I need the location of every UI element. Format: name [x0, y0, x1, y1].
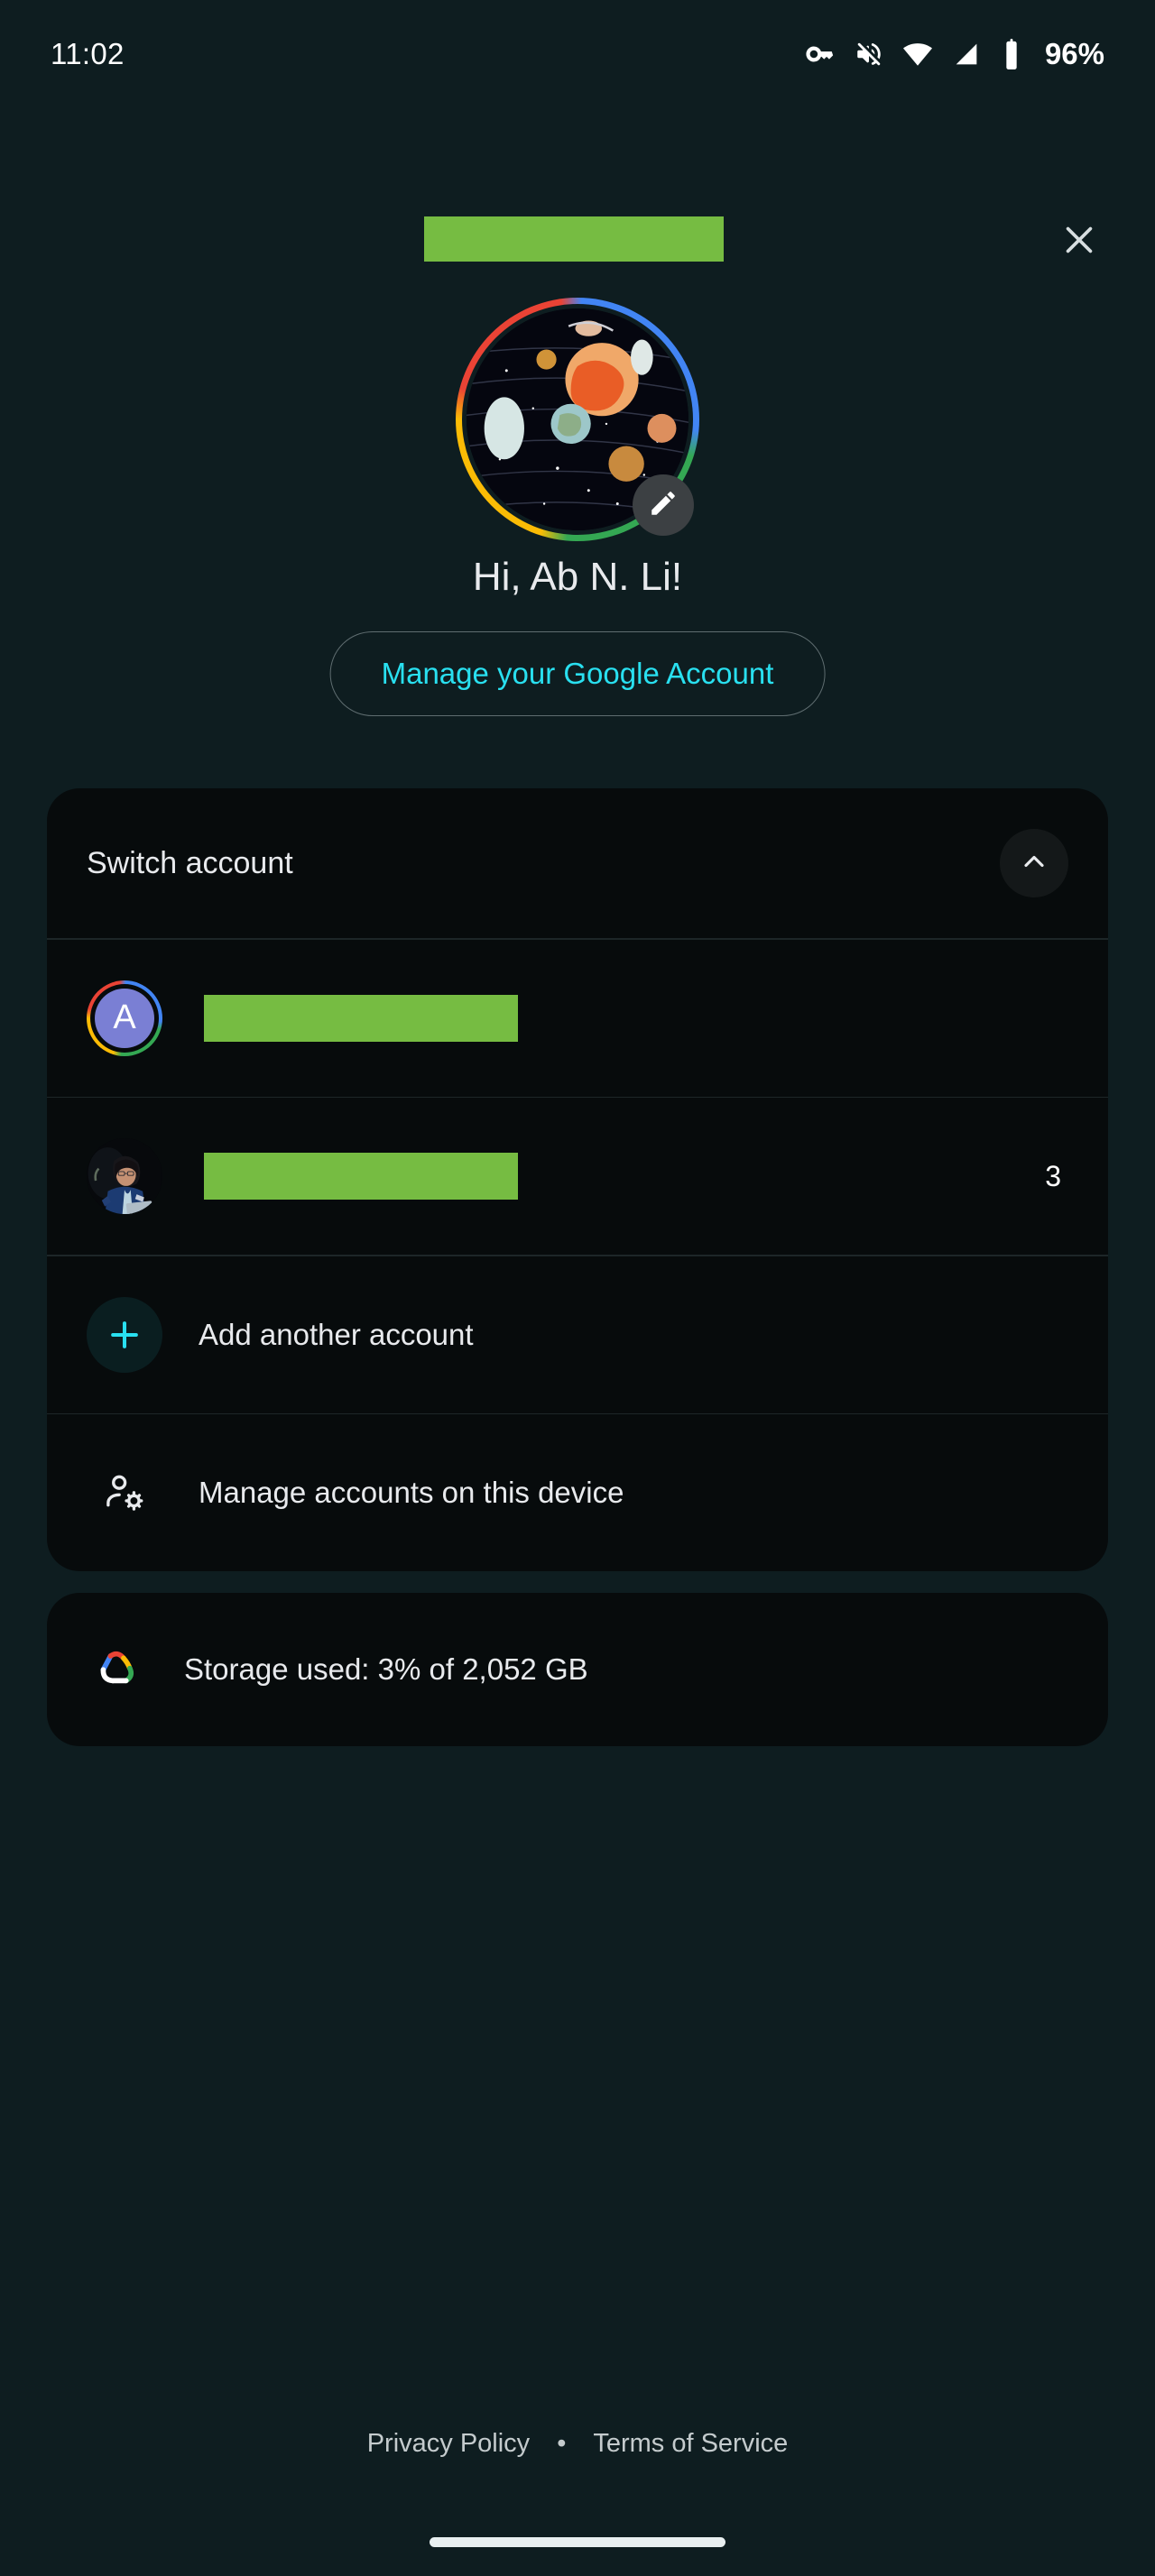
account-name-redacted [204, 1153, 518, 1200]
pencil-edit-icon [648, 488, 679, 523]
storage-used-label: Storage used: 3% of 2,052 GB [184, 1652, 588, 1686]
add-another-account-row[interactable]: Add another account [47, 1256, 1108, 1413]
status-bar-clock: 11:02 [51, 37, 125, 70]
battery-icon [1000, 39, 1023, 69]
footer-separator: • [557, 2429, 567, 2458]
switch-account-label: Switch account [87, 845, 293, 880]
avatar-photo [87, 1138, 162, 1214]
account-name-redacted [204, 994, 518, 1042]
chevron-up-icon [1018, 845, 1050, 882]
status-bar: 11:02 96% [0, 0, 1155, 108]
manage-accounts-row[interactable]: Manage accounts on this device [47, 1414, 1108, 1571]
navigation-bar [0, 2507, 1155, 2576]
volume-muted-icon [854, 39, 884, 69]
vpn-key-icon [805, 39, 836, 69]
storage-card[interactable]: Storage used: 3% of 2,052 GB [47, 1593, 1108, 1746]
phone-screen: 11:02 96% Hi, Ab N. Li! Manage your Goog… [0, 0, 1155, 2576]
collapse-accounts-button[interactable] [1000, 829, 1068, 897]
wifi-icon [902, 39, 933, 69]
google-one-cloud-icon [87, 1637, 152, 1702]
avatar-initial: A [95, 988, 154, 1048]
account-notification-count: 3 [1045, 1159, 1061, 1192]
close-button[interactable] [1045, 206, 1113, 274]
home-gesture-pill[interactable] [430, 2536, 725, 2547]
privacy-policy-link[interactable]: Privacy Policy [367, 2429, 531, 2459]
battery-percentage: 96% [1044, 37, 1104, 70]
dialog-header [0, 206, 1155, 269]
storage-row[interactable]: Storage used: 3% of 2,052 GB [47, 1593, 1108, 1746]
avatar [87, 1138, 162, 1214]
terms-of-service-link[interactable]: Terms of Service [593, 2429, 788, 2459]
add-another-account-label: Add another account [199, 1317, 474, 1351]
avatar: A [87, 980, 162, 1056]
profile-avatar[interactable] [456, 298, 699, 541]
account-row[interactable]: 3 [47, 1098, 1108, 1255]
status-bar-icons: 96% [805, 37, 1104, 71]
header-title-redacted [424, 216, 724, 262]
manage-google-account-button[interactable]: Manage your Google Account [329, 631, 826, 716]
manage-accounts-label: Manage accounts on this device [199, 1476, 624, 1509]
page-title: Hi, Ab N. Li! [472, 555, 683, 599]
account-row-active[interactable]: A [47, 940, 1108, 1097]
footer-links: Privacy Policy • Terms of Service [0, 2429, 1155, 2459]
manage-accounts-icon [87, 1455, 162, 1531]
edit-avatar-button[interactable] [633, 474, 694, 536]
cellular-signal-icon [951, 39, 982, 69]
switch-account-card: Switch account A 3 Add another account M… [47, 788, 1108, 1571]
plus-icon [87, 1296, 162, 1373]
close-icon [1058, 219, 1100, 261]
switch-account-header[interactable]: Switch account [47, 788, 1108, 938]
